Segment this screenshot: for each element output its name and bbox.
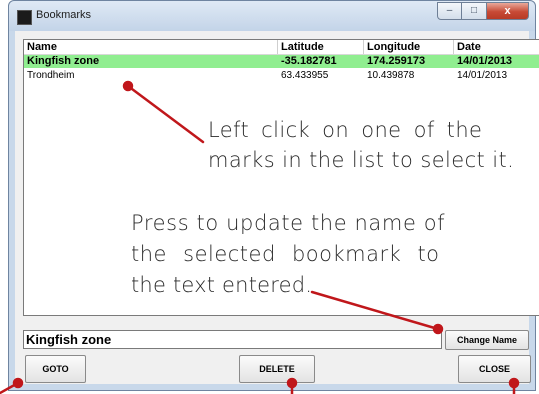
list-header: Name Latitude Longitude Date (24, 40, 539, 55)
row-name: Kingfish zone (27, 55, 100, 67)
list-row[interactable]: Trondheim 63.433955 10.439878 14/01/2013 (24, 69, 539, 82)
close-button[interactable]: CLOSE (458, 355, 531, 383)
column-header-longitude[interactable]: Longitude (364, 40, 454, 54)
change-name-button[interactable]: Change Name (445, 330, 529, 350)
row-latitude: -35.182781 (281, 55, 337, 67)
window-controls: – □ x (437, 2, 529, 21)
title-bar[interactable]: Bookmarks – □ x (9, 1, 535, 31)
row-longitude: 174.259173 (367, 55, 426, 67)
list-row-selected[interactable]: Kingfish zone -35.182781 174.259173 14/0… (24, 55, 539, 68)
maximize-button[interactable]: □ (462, 2, 487, 20)
column-header-date[interactable]: Date (454, 40, 539, 54)
bookmarks-window: Bookmarks – □ x Name Latitude Longitude … (8, 0, 539, 391)
goto-button[interactable]: GOTO (25, 355, 86, 383)
delete-button[interactable]: DELETE (239, 355, 315, 383)
column-header-latitude[interactable]: Latitude (278, 40, 364, 54)
callout-update-line1: Press to update the name of (131, 211, 446, 235)
row-date: 14/01/2013 (457, 70, 508, 81)
close-window-button[interactable]: x (487, 2, 529, 20)
row-date: 14/01/2013 (457, 55, 513, 67)
callout-select-line2: marks in the list to select it. (208, 148, 515, 172)
callout-select-line1: Left click on one of the (208, 118, 483, 142)
column-header-name[interactable]: Name (24, 40, 278, 54)
window-client-area: Name Latitude Longitude Date Kingfish zo… (15, 31, 539, 384)
minimize-button[interactable]: – (437, 2, 462, 20)
row-longitude: 10.439878 (367, 70, 415, 81)
app-icon (17, 10, 32, 25)
callout-update-line3: the text entered. (131, 273, 313, 297)
bookmark-name-input[interactable]: Kingfish zone (23, 330, 442, 349)
window-title: Bookmarks (36, 9, 92, 21)
row-name: Trondheim (27, 70, 75, 81)
callout-update-line2: the selected bookmark to (131, 242, 440, 266)
row-latitude: 63.433955 (281, 70, 329, 81)
